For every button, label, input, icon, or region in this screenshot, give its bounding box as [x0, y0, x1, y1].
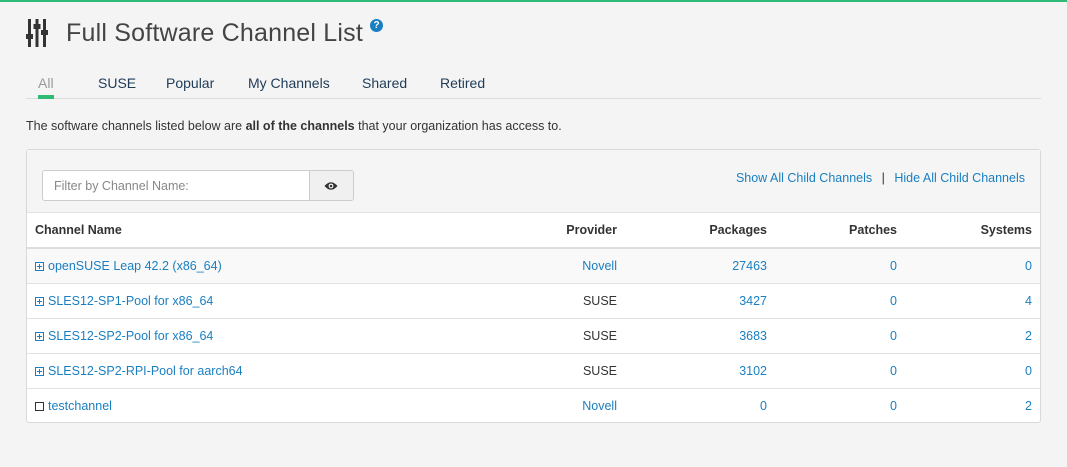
table-header-row: Channel Name Provider Packages Patches S… — [27, 213, 1040, 249]
tab-my-channels[interactable]: My Channels — [248, 70, 330, 97]
provider-text: SUSE — [523, 283, 625, 319]
systems-link[interactable]: 4 — [905, 283, 1040, 319]
column-header-patches[interactable]: Patches — [775, 213, 905, 249]
packages-link[interactable]: 0 — [625, 389, 775, 424]
provider-link[interactable]: Novell — [523, 248, 625, 284]
filter-box — [42, 170, 354, 201]
tab-shared[interactable]: Shared — [362, 70, 407, 97]
panel-toolbar: Show All Child Channels | Hide All Child… — [27, 150, 1040, 213]
expand-icon[interactable] — [35, 366, 44, 376]
help-icon[interactable]: ? — [370, 18, 384, 32]
channel-name-link[interactable]: SLES12-SP2-Pool for x86_64 — [48, 329, 213, 343]
tab-popular[interactable]: Popular — [166, 70, 214, 97]
patches-link[interactable]: 0 — [775, 353, 905, 389]
patches-link[interactable]: 0 — [775, 283, 905, 319]
column-header-packages[interactable]: Packages — [625, 213, 775, 249]
channel-list-panel: Show All Child Channels | Hide All Child… — [26, 149, 1041, 423]
channel-name-link[interactable]: SLES12-SP2-RPI-Pool for aarch64 — [48, 364, 243, 378]
channel-name-link[interactable]: openSUSE Leap 42.2 (x86_64) — [48, 259, 222, 273]
packages-link[interactable]: 3683 — [625, 318, 775, 354]
page-description: The software channels listed below are a… — [26, 119, 562, 133]
no-children-icon — [35, 401, 44, 411]
tab-all[interactable]: All — [38, 70, 54, 99]
expand-icon[interactable] — [35, 296, 44, 306]
filter-button[interactable] — [308, 171, 353, 200]
channel-name-link[interactable]: SLES12-SP1-Pool for x86_64 — [48, 294, 213, 308]
tab-suse[interactable]: SUSE — [98, 70, 136, 97]
column-header-provider[interactable]: Provider — [523, 213, 625, 249]
channel-table: Channel Name Provider Packages Patches S… — [27, 213, 1040, 423]
table-row: openSUSE Leap 42.2 (x86_64) Novell 27463… — [27, 248, 1040, 284]
expand-icon[interactable] — [35, 331, 44, 341]
packages-link[interactable]: 27463 — [625, 248, 775, 284]
column-header-systems[interactable]: Systems — [905, 213, 1040, 249]
child-channel-links: Show All Child Channels | Hide All Child… — [736, 171, 1025, 185]
show-all-child-channels-link[interactable]: Show All Child Channels — [736, 171, 872, 185]
table-row: SLES12-SP2-Pool for x86_64 SUSE 3683 0 2 — [27, 318, 1040, 354]
patches-link[interactable]: 0 — [775, 389, 905, 424]
page-header: Full Software Channel List ? — [26, 16, 384, 50]
provider-link[interactable]: Novell — [523, 389, 625, 424]
channels-icon — [26, 19, 48, 47]
systems-link[interactable]: 0 — [905, 353, 1040, 389]
patches-link[interactable]: 0 — [775, 318, 905, 354]
provider-text: SUSE — [523, 318, 625, 354]
tab-retired[interactable]: Retired — [440, 70, 485, 97]
provider-text: SUSE — [523, 353, 625, 389]
page-title: Full Software Channel List — [66, 18, 364, 47]
hide-all-child-channels-link[interactable]: Hide All Child Channels — [894, 171, 1025, 185]
channel-name-link[interactable]: testchannel — [48, 399, 112, 413]
table-row: testchannel Novell 0 0 2 — [27, 389, 1040, 424]
channel-tabs: All SUSE Popular My Channels Shared Reti… — [26, 70, 1041, 99]
patches-link[interactable]: 0 — [775, 248, 905, 284]
table-row: SLES12-SP1-Pool for x86_64 SUSE 3427 0 4 — [27, 283, 1040, 319]
systems-link[interactable]: 2 — [905, 389, 1040, 424]
systems-link[interactable]: 2 — [905, 318, 1040, 354]
column-header-channel-name[interactable]: Channel Name — [27, 213, 523, 249]
eye-icon — [324, 181, 338, 190]
packages-link[interactable]: 3102 — [625, 353, 775, 389]
systems-link[interactable]: 0 — [905, 248, 1040, 284]
link-separator: | — [881, 171, 885, 185]
expand-icon[interactable] — [35, 261, 44, 271]
top-accent-line — [0, 0, 1067, 2]
table-row: SLES12-SP2-RPI-Pool for aarch64 SUSE 310… — [27, 353, 1040, 389]
packages-link[interactable]: 3427 — [625, 283, 775, 319]
filter-input[interactable] — [43, 171, 309, 200]
